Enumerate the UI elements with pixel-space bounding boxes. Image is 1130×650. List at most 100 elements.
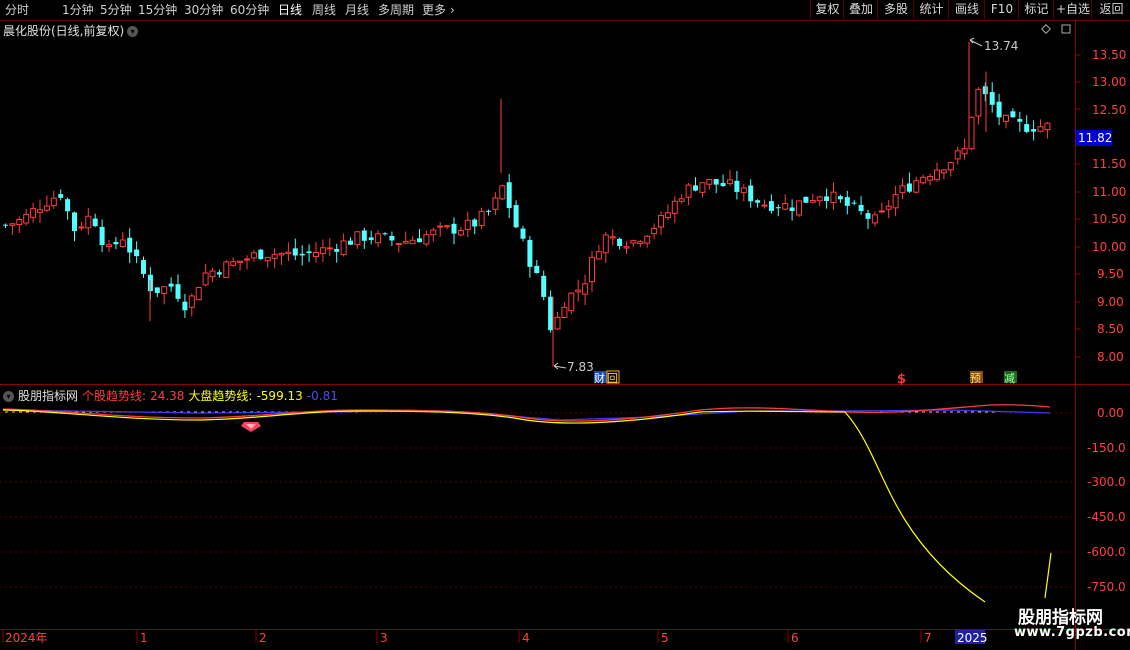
- period-tab-weekly[interactable]: 周线: [312, 2, 336, 18]
- period-tab-15min[interactable]: 15分钟: [138, 2, 177, 18]
- f10-button[interactable]: F10: [984, 0, 1019, 19]
- candle-body: [478, 210, 485, 227]
- blue-trend-line: [2, 409, 1051, 421]
- candle-body: [685, 184, 692, 198]
- indicator-tick: -300.0: [1087, 475, 1126, 489]
- candle-body: [326, 247, 333, 250]
- mark-button[interactable]: 标记: [1018, 0, 1054, 19]
- candle-body: [417, 238, 422, 243]
- candle-body: [658, 214, 664, 228]
- chevron-down-icon[interactable]: ▾: [3, 391, 14, 402]
- candle-body: [209, 270, 216, 278]
- period-tab-fenshi[interactable]: 分时: [5, 2, 29, 18]
- stock-trend-label: 个股趋势线:: [82, 389, 147, 403]
- candle-body: [734, 180, 740, 192]
- candle-body: [451, 223, 457, 234]
- candle-body: [920, 176, 927, 184]
- time-label: 5: [661, 631, 669, 645]
- time-label: 2024年: [5, 631, 48, 645]
- candle-body: [720, 182, 726, 187]
- candle-body: [278, 253, 285, 256]
- candle-body: [871, 214, 878, 224]
- candle-body: [513, 205, 519, 228]
- candle-body: [527, 239, 533, 267]
- period-tab-more[interactable]: 更多: [422, 2, 446, 18]
- candle-body: [244, 258, 250, 261]
- period-tab-30min[interactable]: 30分钟: [184, 2, 223, 18]
- statistics-button[interactable]: 统计: [913, 0, 949, 19]
- candle-body: [348, 240, 353, 245]
- candle-body: [830, 191, 837, 204]
- candle-body: [395, 243, 402, 246]
- candle-body: [423, 234, 430, 245]
- candle-body: [389, 235, 395, 241]
- candle-body: [582, 283, 589, 295]
- candle-body: [975, 88, 982, 117]
- candle-body: [878, 210, 885, 213]
- candle-body: [506, 182, 512, 209]
- forecast-marker[interactable]: [970, 371, 983, 383]
- price-tick: 12.50: [1092, 103, 1126, 117]
- time-label: 4: [522, 631, 530, 645]
- buyback-marker[interactable]: [606, 370, 620, 384]
- candle-body: [534, 265, 540, 274]
- candle-body: [816, 196, 823, 202]
- overlay-button[interactable]: 叠加: [843, 0, 878, 19]
- add-favorite-button[interactable]: +自选: [1053, 0, 1092, 19]
- draw-line-button[interactable]: 画线: [948, 0, 985, 19]
- period-tab-60min[interactable]: 60分钟: [230, 2, 269, 18]
- indicator-axis: 0.00 -150.0 -300.0 -450.0 -600.0 -750.0: [1087, 406, 1126, 594]
- financial-report-marker[interactable]: [594, 371, 607, 383]
- back-button[interactable]: 返回: [1091, 0, 1130, 19]
- candle-body: [9, 223, 16, 226]
- candle-body: [472, 219, 478, 227]
- time-axis: 2024年 1 2 3 4 5 6 7 2025: [2, 630, 988, 645]
- diamond-signal-icon: [241, 422, 261, 432]
- candle-body: [99, 226, 105, 246]
- indicator-tick: -600.0: [1087, 545, 1126, 559]
- year-2025-box: [955, 630, 985, 644]
- indicator-tick: -750.0: [1087, 580, 1126, 594]
- diamond-icon[interactable]: [1041, 24, 1051, 34]
- candle-body: [195, 287, 202, 301]
- candle-body: [457, 229, 464, 236]
- price-axis: 13.50 13.00 12.50 11.50 11.00 10.50 10.0…: [1076, 48, 1126, 364]
- candle-body: [727, 179, 733, 185]
- candle-body: [561, 306, 568, 318]
- candle-body: [782, 202, 789, 210]
- indicator-tick: -150.0: [1087, 441, 1126, 455]
- candle-body: [954, 150, 961, 160]
- svg-text:财: 财: [594, 371, 605, 385]
- candle-body: [623, 246, 630, 249]
- third-line-value: -0.81: [306, 389, 338, 403]
- period-tab-monthly[interactable]: 月线: [345, 2, 369, 18]
- time-label: 7: [924, 631, 932, 645]
- candle-body: [1037, 126, 1044, 132]
- period-tab-1min[interactable]: 1分钟: [62, 2, 94, 18]
- stock-title[interactable]: 晨化股份(日线,前复权) ▾: [3, 22, 139, 39]
- multi-stock-button[interactable]: 多股: [877, 0, 914, 19]
- dollar-marker[interactable]: $: [897, 372, 906, 387]
- chevron-down-icon[interactable]: ▾: [127, 26, 139, 37]
- period-tab-daily[interactable]: 日线: [278, 2, 302, 18]
- fuquan-button[interactable]: 复权: [810, 0, 844, 19]
- settings-square-icon[interactable]: [1061, 24, 1071, 34]
- period-tab-multi[interactable]: 多周期: [378, 2, 414, 18]
- candle-body: [541, 275, 547, 297]
- candle-body: [824, 196, 830, 201]
- chevron-right-icon[interactable]: ›: [450, 2, 455, 18]
- candle-body: [520, 228, 526, 239]
- candle-body: [1024, 124, 1030, 132]
- period-tab-5min[interactable]: 5分钟: [100, 2, 132, 18]
- indicator-tick: 0.00: [1097, 406, 1124, 420]
- candle-body: [409, 239, 416, 245]
- candle-body: [671, 200, 678, 214]
- candle-body: [375, 233, 382, 244]
- indicator-name[interactable]: 股朋指标网: [18, 389, 78, 403]
- candle-body: [3, 224, 8, 226]
- candle-body: [906, 183, 912, 192]
- candlestick-series: [3, 41, 1051, 367]
- candle-body: [693, 185, 698, 191]
- reduce-holding-marker[interactable]: [1004, 371, 1017, 383]
- candle-body: [858, 204, 864, 212]
